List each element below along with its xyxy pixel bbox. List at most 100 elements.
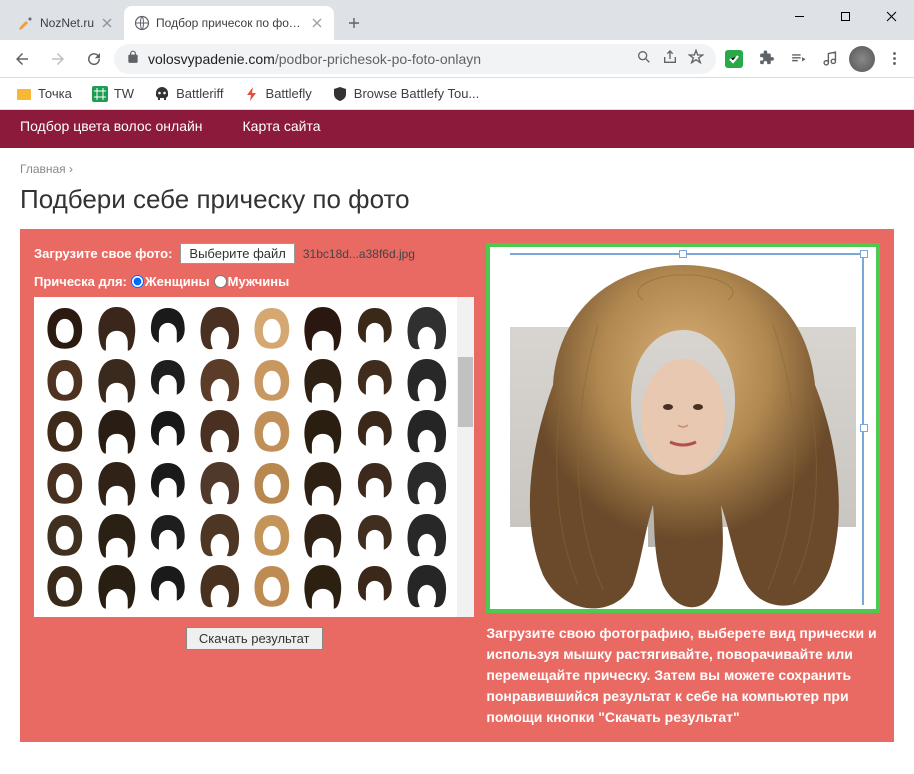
site-nav: Подбор цвета волос онлайн Карта сайта <box>0 110 914 148</box>
hair-option[interactable] <box>402 406 452 456</box>
close-icon[interactable] <box>310 16 324 30</box>
profile-avatar[interactable] <box>848 45 876 73</box>
hair-option[interactable] <box>247 510 297 560</box>
hair-option[interactable] <box>92 458 142 508</box>
hair-option[interactable] <box>298 458 348 508</box>
hair-option[interactable] <box>350 303 400 353</box>
tab-noznet[interactable]: NozNet.ru <box>8 6 124 40</box>
hair-option[interactable] <box>350 458 400 508</box>
hair-overlay[interactable] <box>503 255 863 613</box>
hair-option[interactable] <box>92 406 142 456</box>
preview-area[interactable] <box>486 243 880 613</box>
hair-option[interactable] <box>195 561 245 611</box>
hair-option[interactable] <box>143 458 193 508</box>
download-button[interactable]: Скачать результат <box>186 627 323 650</box>
bookmark-battleriff[interactable]: Battleriff <box>146 82 231 106</box>
page-viewport: Подбор цвета волос онлайн Карта сайта Гл… <box>0 110 914 774</box>
hair-option[interactable] <box>298 406 348 456</box>
hair-option[interactable] <box>350 355 400 405</box>
music-icon[interactable] <box>816 45 844 73</box>
gender-male-option[interactable]: Мужчины <box>214 274 290 289</box>
hair-option[interactable] <box>195 303 245 353</box>
close-window-button[interactable] <box>868 0 914 32</box>
hair-option[interactable] <box>247 406 297 456</box>
hair-option[interactable] <box>143 510 193 560</box>
hair-option[interactable] <box>92 355 142 405</box>
hair-option[interactable] <box>92 561 142 611</box>
hair-option[interactable] <box>298 355 348 405</box>
hair-option[interactable] <box>40 561 90 611</box>
hair-option[interactable] <box>195 406 245 456</box>
hair-option[interactable] <box>143 355 193 405</box>
hair-option[interactable] <box>350 510 400 560</box>
bookmark-tw[interactable]: TW <box>84 82 142 106</box>
hair-option[interactable] <box>402 458 452 508</box>
hair-option[interactable] <box>350 406 400 456</box>
hair-option[interactable] <box>247 355 297 405</box>
breadcrumb-sep: › <box>69 162 73 176</box>
hair-option[interactable] <box>40 406 90 456</box>
menu-button[interactable] <box>880 45 908 73</box>
share-icon[interactable] <box>662 49 678 68</box>
hair-option[interactable] <box>298 303 348 353</box>
bookmark-battlefy[interactable]: Browse Battlefy Tou... <box>324 82 488 106</box>
gender-female-option[interactable]: Женщины <box>131 274 210 289</box>
playlist-icon[interactable] <box>784 45 812 73</box>
minimize-button[interactable] <box>776 0 822 32</box>
breadcrumb-home[interactable]: Главная <box>20 162 66 176</box>
close-icon[interactable] <box>100 16 114 30</box>
hair-grid-container <box>34 297 474 617</box>
back-button[interactable] <box>6 43 38 75</box>
hair-option[interactable] <box>247 458 297 508</box>
hair-option[interactable] <box>195 458 245 508</box>
choose-file-button[interactable]: Выберите файл <box>180 243 294 264</box>
nav-item[interactable]: Карта сайта <box>243 114 321 138</box>
extensions-icon[interactable] <box>752 45 780 73</box>
hair-option[interactable] <box>195 355 245 405</box>
resize-handle[interactable] <box>860 424 868 432</box>
hair-option[interactable] <box>195 510 245 560</box>
tab-active[interactable]: Подбор причесок по фото онла <box>124 6 334 40</box>
hair-option[interactable] <box>40 458 90 508</box>
hair-option[interactable] <box>298 561 348 611</box>
hair-option[interactable] <box>402 303 452 353</box>
nav-item[interactable]: Подбор цвета волос онлайн <box>20 114 203 138</box>
radio-female[interactable] <box>131 275 144 288</box>
adblock-icon[interactable] <box>720 45 748 73</box>
hair-grid <box>34 297 457 617</box>
bookmark-star-icon[interactable] <box>688 49 704 68</box>
hair-option[interactable] <box>143 561 193 611</box>
hair-option[interactable] <box>40 355 90 405</box>
hair-option[interactable] <box>40 303 90 353</box>
hair-option[interactable] <box>402 355 452 405</box>
address-bar[interactable]: volosvypadenie.com/podbor-prichesok-po-f… <box>114 44 716 74</box>
new-tab-button[interactable] <box>340 9 368 37</box>
radio-male[interactable] <box>214 275 227 288</box>
bookmark-tochka[interactable]: Точка <box>8 82 80 106</box>
skull-icon <box>154 86 170 102</box>
hair-option[interactable] <box>247 561 297 611</box>
tab-title: Подбор причесок по фото онла <box>156 16 304 30</box>
gender-female-label: Женщины <box>145 274 210 289</box>
maximize-button[interactable] <box>822 0 868 32</box>
reload-button[interactable] <box>78 43 110 75</box>
zoom-icon[interactable] <box>636 49 652 68</box>
hair-option[interactable] <box>143 303 193 353</box>
scrollbar-vertical[interactable] <box>457 297 474 617</box>
gender-male-label: Мужчины <box>228 274 290 289</box>
hair-option[interactable] <box>40 510 90 560</box>
resize-handle[interactable] <box>860 250 868 258</box>
hair-option[interactable] <box>298 510 348 560</box>
hair-option[interactable] <box>92 510 142 560</box>
resize-handle[interactable] <box>679 250 687 258</box>
bookmark-battlefly[interactable]: Battlefly <box>236 82 320 106</box>
bookmark-label: TW <box>114 86 134 101</box>
hair-option[interactable] <box>350 561 400 611</box>
scrollbar-thumb[interactable] <box>458 357 473 427</box>
hair-option[interactable] <box>92 303 142 353</box>
hair-option[interactable] <box>143 406 193 456</box>
hair-option[interactable] <box>247 303 297 353</box>
hair-option[interactable] <box>402 561 452 611</box>
hair-option[interactable] <box>402 510 452 560</box>
forward-button[interactable] <box>42 43 74 75</box>
